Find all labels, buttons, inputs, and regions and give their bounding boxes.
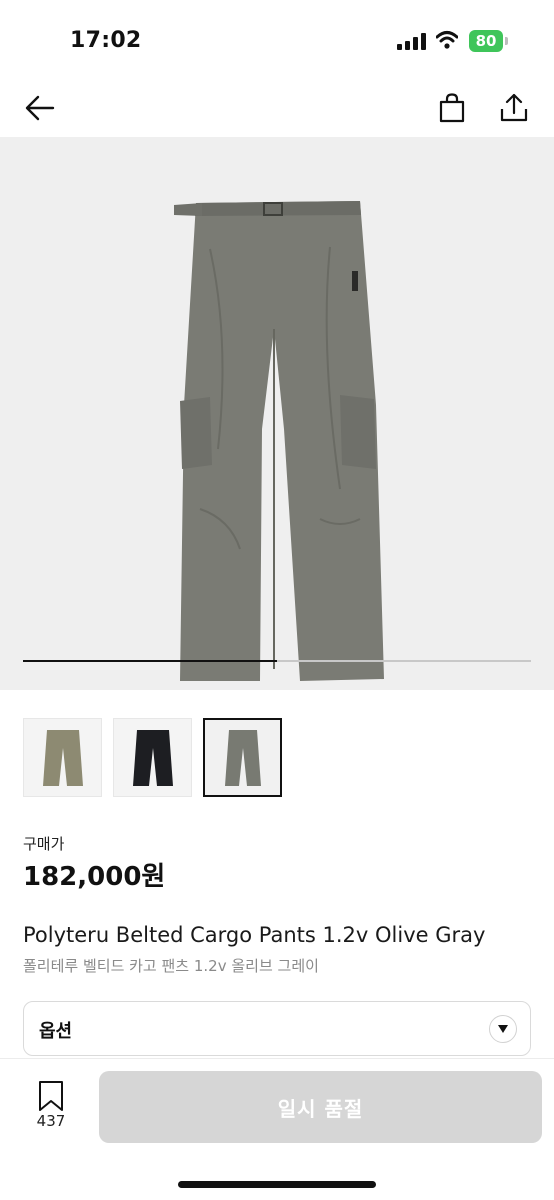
share-icon [500, 93, 528, 122]
bookmark-button[interactable]: 437 [22, 1076, 80, 1136]
nav-bar [0, 80, 554, 136]
product-image-carousel[interactable] [0, 137, 554, 690]
thumbnail-olive[interactable] [23, 718, 102, 797]
carousel-progress [23, 660, 531, 662]
battery-icon: 80 [469, 30, 503, 52]
arrow-left-icon [25, 95, 55, 121]
status-time: 17:02 [70, 28, 142, 53]
product-name-ko: 폴리테루 벨티드 카고 팬츠 1.2v 올리브 그레이 [23, 957, 319, 975]
back-button[interactable] [20, 88, 60, 128]
chevron-down-icon [489, 1015, 517, 1043]
bottom-divider [0, 1058, 554, 1059]
thumbnail-olive-gray[interactable] [203, 718, 282, 797]
bookmark-count: 437 [36, 1112, 66, 1130]
battery-tip [505, 37, 508, 45]
product-name-en: Polyteru Belted Cargo Pants 1.2v Olive G… [23, 923, 486, 947]
cargo-pants-image [174, 201, 384, 681]
price-label: 구매가 [23, 835, 65, 853]
price-value: 182,000원 [23, 862, 166, 892]
option-select[interactable]: 옵션 [23, 1001, 531, 1056]
pants-thumbnail-icon [42, 729, 83, 786]
option-label: 옵션 [39, 1021, 73, 1042]
pants-thumbnail-icon [132, 729, 173, 786]
home-indicator [178, 1181, 376, 1188]
wifi-icon [435, 30, 459, 50]
status-bar: 17:02 80 [0, 0, 554, 80]
shopping-bag-icon [439, 93, 465, 123]
cart-button[interactable] [432, 88, 472, 128]
pants-thumbnail-icon [224, 729, 261, 786]
carousel-progress-fill [23, 660, 277, 662]
sold-out-button[interactable]: 일시 품절 [99, 1071, 542, 1143]
share-button[interactable] [494, 88, 534, 128]
signal-icon [397, 32, 427, 50]
bookmark-icon [39, 1081, 63, 1111]
thumbnail-black[interactable] [113, 718, 192, 797]
